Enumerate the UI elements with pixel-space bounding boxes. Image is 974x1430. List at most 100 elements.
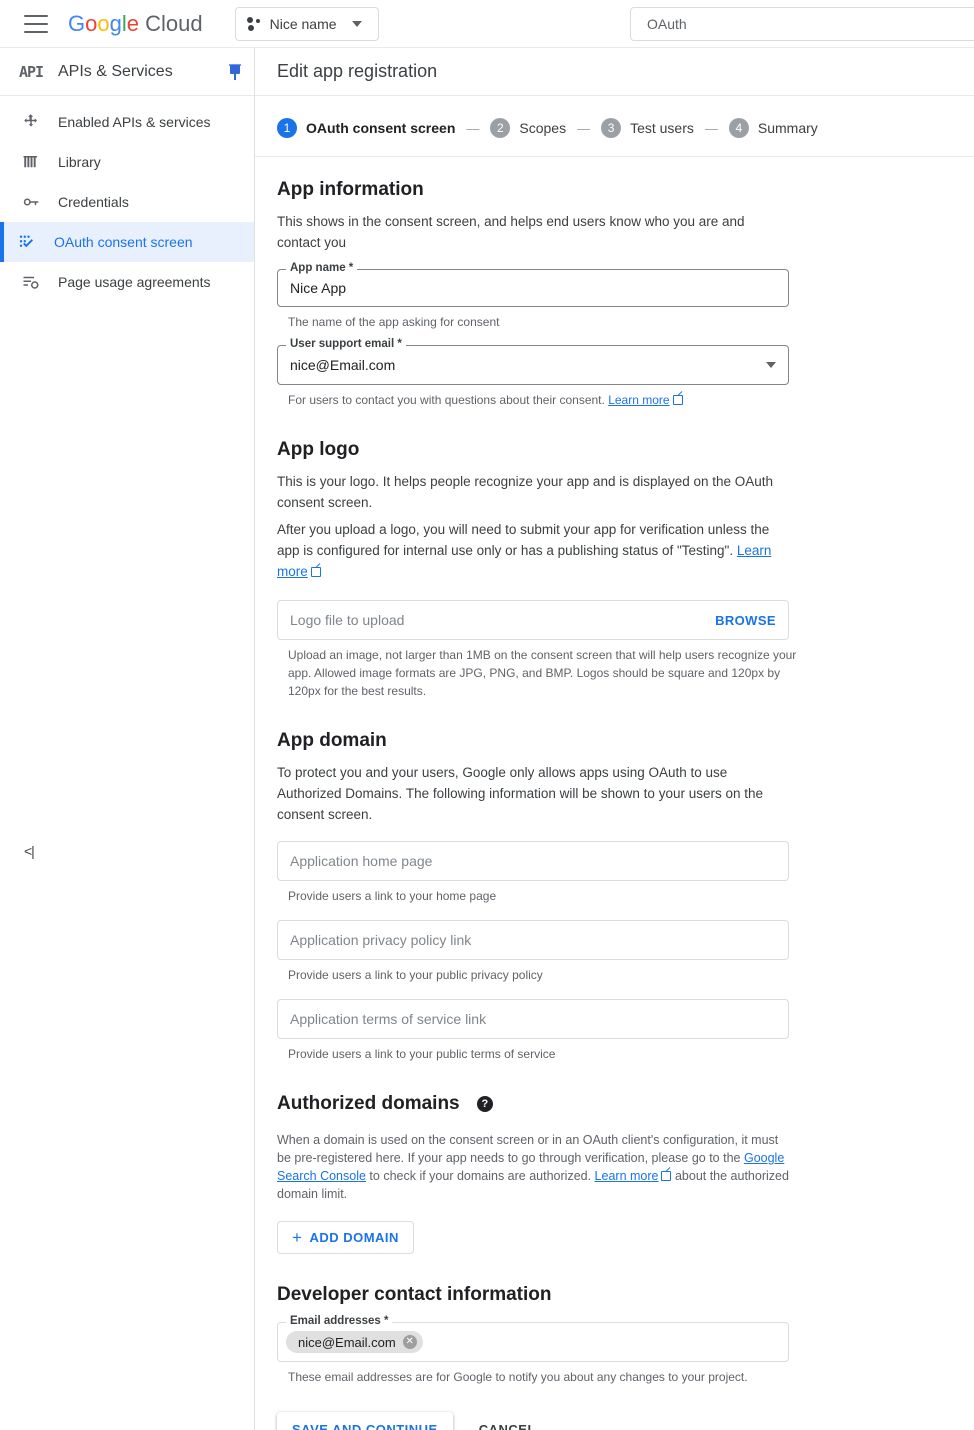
developer-contact-heading: Developer contact information (277, 1284, 552, 1305)
sidebar-label: Page usage agreements (58, 274, 211, 290)
step-number: 4 (728, 118, 749, 138)
search-input[interactable] (645, 15, 974, 33)
step-test-users[interactable]: 3 Test users (601, 118, 694, 138)
authorized-domains-desc-part2: to check if your domains are authorized. (365, 1169, 595, 1183)
main-content: Edit app registration 1 OAuth consent sc… (255, 48, 974, 1430)
help-icon[interactable]: ? (476, 1096, 493, 1112)
step-summary[interactable]: 4 Summary (728, 118, 818, 138)
user-support-email-label: User support email * (286, 338, 406, 350)
sidebar-item-library[interactable]: Library (0, 142, 254, 182)
top-app-bar: Google Cloud Nice name (0, 0, 974, 48)
sidebar-header: API APIs & Services (0, 48, 254, 96)
external-link-icon (661, 1170, 672, 1181)
user-support-email-hint: For users to contact you with questions … (288, 391, 808, 409)
app-information-heading: App information (277, 179, 424, 200)
step-number: 3 (601, 118, 622, 138)
sidebar-item-enabled-apis[interactable]: Enabled APIs & services (0, 102, 254, 142)
agreements-icon (22, 273, 48, 291)
step-number: 2 (490, 118, 511, 138)
sidebar-item-page-usage-agreements[interactable]: Page usage agreements (0, 262, 254, 302)
step-label: Test users (630, 120, 694, 136)
plus-icon: + (292, 1228, 303, 1247)
application-privacy-policy-hint: Provide users a link to your public priv… (288, 968, 543, 982)
email-chip[interactable]: nice@Email.com ✕ (286, 1331, 423, 1353)
learn-more-link[interactable]: Learn more (608, 393, 669, 407)
application-privacy-policy-field[interactable]: Application privacy policy link (277, 920, 789, 960)
app-logo-description-2: After you upload a logo, you will need t… (277, 519, 777, 582)
hint-text: For users to contact you with questions … (288, 393, 605, 407)
app-domain-heading: App domain (277, 730, 387, 751)
external-link-icon (672, 394, 683, 405)
cancel-button[interactable]: CANCEL (475, 1412, 540, 1430)
app-domain-description: To protect you and your users, Google on… (277, 765, 763, 822)
enabled-apis-icon (22, 113, 48, 131)
project-dots-icon (246, 16, 261, 31)
logo-upload-placeholder: Logo file to upload (290, 612, 405, 628)
application-home-page-placeholder: Application home page (290, 853, 433, 869)
page-header: Edit app registration (255, 48, 974, 96)
chevron-down-icon (351, 20, 362, 27)
step-separator: — (577, 120, 591, 136)
remove-chip-icon[interactable]: ✕ (402, 1335, 417, 1349)
external-link-icon (310, 566, 321, 577)
step-label: Summary (757, 120, 818, 136)
project-name-label: Nice name (269, 15, 337, 32)
browse-button[interactable]: BROWSE (715, 613, 776, 628)
api-logo-icon: API (18, 62, 44, 81)
step-label: OAuth consent screen (306, 120, 456, 136)
sidebar-label: Library (58, 154, 101, 170)
logo-cloud-text: Cloud (145, 10, 203, 36)
developer-contact-hint: These email addresses are for Google to … (288, 1370, 748, 1384)
save-and-continue-button[interactable]: SAVE AND CONTINUE (277, 1412, 453, 1430)
sidebar: API APIs & Services Enabled APIs & servi… (0, 48, 255, 1430)
application-home-page-hint: Provide users a link to your home page (288, 889, 497, 903)
search-container (630, 7, 974, 41)
library-icon (22, 153, 48, 171)
sidebar-label: Credentials (58, 194, 129, 210)
app-name-label: App name * (286, 262, 358, 274)
vertical-scrollbar[interactable] (967, 48, 974, 1430)
project-selector[interactable]: Nice name (234, 6, 379, 41)
authorized-domains-title: Authorized domains (277, 1093, 460, 1114)
add-domain-button[interactable]: + ADD DOMAIN (277, 1221, 414, 1254)
application-home-page-field[interactable]: Application home page (277, 841, 789, 881)
step-separator: — (466, 120, 480, 136)
form-actions: SAVE AND CONTINUE CANCEL (277, 1412, 974, 1430)
hamburger-menu-icon[interactable] (24, 14, 48, 33)
search-box[interactable] (630, 7, 974, 41)
app-name-value: Nice App (290, 280, 347, 296)
consent-screen-icon (18, 233, 44, 251)
sidebar-item-credentials[interactable]: Credentials (0, 182, 254, 222)
user-support-email-field[interactable]: User support email * nice@Email.com (277, 338, 789, 385)
email-addresses-field[interactable]: Email addresses * nice@Email.com ✕ (277, 1315, 789, 1362)
sidebar-nav: Enabled APIs & services Library Credenti… (0, 96, 254, 302)
email-chip-label: nice@Email.com (298, 1334, 396, 1350)
email-addresses-label: Email addresses * (286, 1315, 393, 1327)
app-information-description: This shows in the consent screen, and he… (277, 214, 745, 250)
key-icon (22, 193, 48, 211)
chevron-down-icon[interactable] (766, 362, 776, 368)
step-label: Scopes (519, 120, 567, 136)
app-logo-description-2-text: After you upload a logo, you will need t… (277, 522, 770, 558)
wizard-stepper: 1 OAuth consent screen — 2 Scopes — 3 Te… (255, 96, 974, 157)
pin-icon[interactable] (226, 63, 244, 81)
google-cloud-logo[interactable]: Google Cloud (68, 11, 203, 37)
app-name-field[interactable]: App name * Nice App (277, 262, 789, 307)
step-scopes[interactable]: 2 Scopes (490, 118, 566, 138)
application-terms-of-service-field[interactable]: Application terms of service link (277, 999, 789, 1039)
collapse-sidebar-icon[interactable]: <| (24, 844, 35, 858)
user-support-email-value: nice@Email.com (290, 357, 396, 373)
app-name-hint: The name of the app asking for consent (288, 315, 500, 329)
sidebar-label: OAuth consent screen (54, 234, 193, 250)
registration-form: App information This shows in the consen… (255, 157, 974, 1430)
application-terms-of-service-hint: Provide users a link to your public term… (288, 1047, 556, 1061)
step-oauth-consent-screen[interactable]: 1 OAuth consent screen (277, 118, 455, 138)
logo-upload-field[interactable]: Logo file to upload BROWSE (277, 600, 789, 640)
app-logo-heading: App logo (277, 439, 360, 460)
learn-more-link[interactable]: Learn more (595, 1169, 659, 1183)
authorized-domains-heading: Authorized domains ? (277, 1093, 974, 1115)
logo-upload-hint: Upload an image, not larger than 1MB on … (288, 648, 797, 698)
page-title: Edit app registration (277, 61, 438, 81)
sidebar-item-oauth-consent-screen[interactable]: OAuth consent screen (0, 222, 254, 262)
step-number: 1 (277, 118, 297, 138)
